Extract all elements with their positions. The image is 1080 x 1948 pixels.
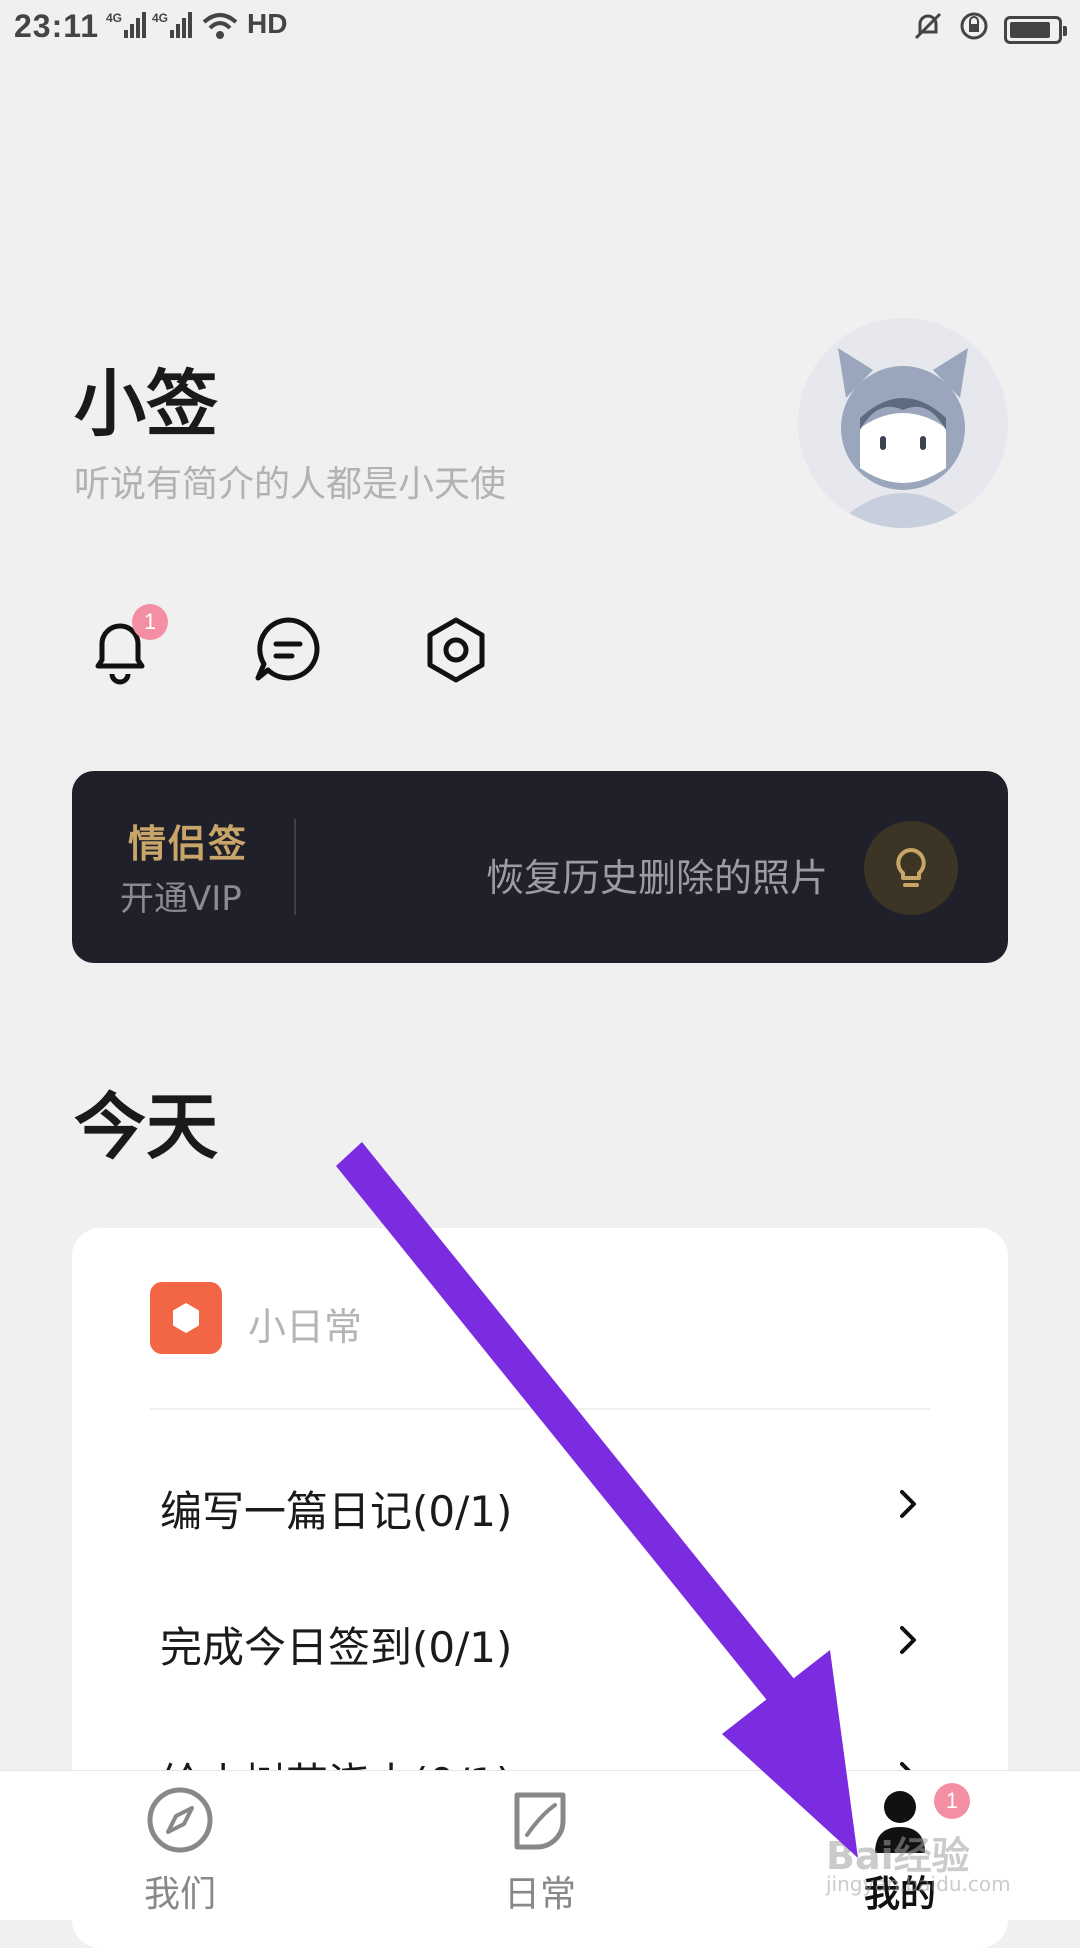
net1-label: 4G xyxy=(106,11,122,25)
wifi-icon xyxy=(200,10,240,42)
vip-subtitle: 开通VIP xyxy=(120,879,242,919)
hd-icon: HD xyxy=(247,8,288,39)
signal-icon: 4G xyxy=(106,10,150,42)
status-time: 23:11 xyxy=(14,8,100,44)
section-title-today: 今天 xyxy=(74,1085,219,1169)
card-label: 小日常 xyxy=(248,1305,363,1349)
status-right xyxy=(912,10,1067,50)
vip-banner[interactable]: 情侣签 开通VIP 恢复历史删除的照片 xyxy=(72,771,1008,963)
profile-bio[interactable]: 听说有简介的人都是小天使 xyxy=(74,455,506,507)
chevron-right-icon xyxy=(896,1620,920,1664)
rotation-lock-icon xyxy=(958,10,990,50)
vip-title: 情侣签 xyxy=(128,822,249,866)
profile-name: 小签 xyxy=(74,362,219,446)
mute-bell-icon xyxy=(912,10,944,50)
compass-icon xyxy=(80,1785,280,1855)
nav-tab-daily[interactable]: 日常 xyxy=(440,1785,640,1915)
settings-icon[interactable] xyxy=(418,612,494,688)
watermark-url: jingyan.baidu.com xyxy=(826,1872,1011,1896)
vip-divider xyxy=(294,819,296,915)
notification-bell-icon[interactable]: 1 xyxy=(82,604,168,688)
nav-tab-us[interactable]: 我们 xyxy=(80,1785,280,1915)
task-text: 完成今日签到(0/1) xyxy=(160,1623,513,1672)
battery-icon xyxy=(1004,16,1067,44)
task-text: 编写一篇日记(0/1) xyxy=(160,1487,513,1536)
leaf-icon xyxy=(440,1785,640,1855)
message-icon[interactable] xyxy=(250,612,326,688)
signal-icon-2: 4G xyxy=(152,10,196,42)
task-row[interactable]: 编写一篇日记(0/1) xyxy=(160,1466,920,1546)
vip-promo-text: 恢复历史删除的照片 xyxy=(485,856,828,900)
nav-me-badge: 1 xyxy=(934,1783,970,1819)
nav-label-daily: 日常 xyxy=(503,1874,576,1915)
card-divider xyxy=(150,1408,930,1410)
nav-label-us: 我们 xyxy=(143,1874,216,1915)
status-bar: 23:11 4G 4G HD xyxy=(0,0,1080,56)
notification-badge: 1 xyxy=(132,604,168,640)
lightbulb-icon[interactable] xyxy=(864,821,958,915)
task-row[interactable]: 完成今日签到(0/1) xyxy=(160,1602,920,1682)
net2-label: 4G xyxy=(152,11,168,25)
hexagon-icon xyxy=(150,1282,222,1354)
chevron-right-icon xyxy=(896,1484,920,1528)
avatar[interactable] xyxy=(798,318,1008,528)
